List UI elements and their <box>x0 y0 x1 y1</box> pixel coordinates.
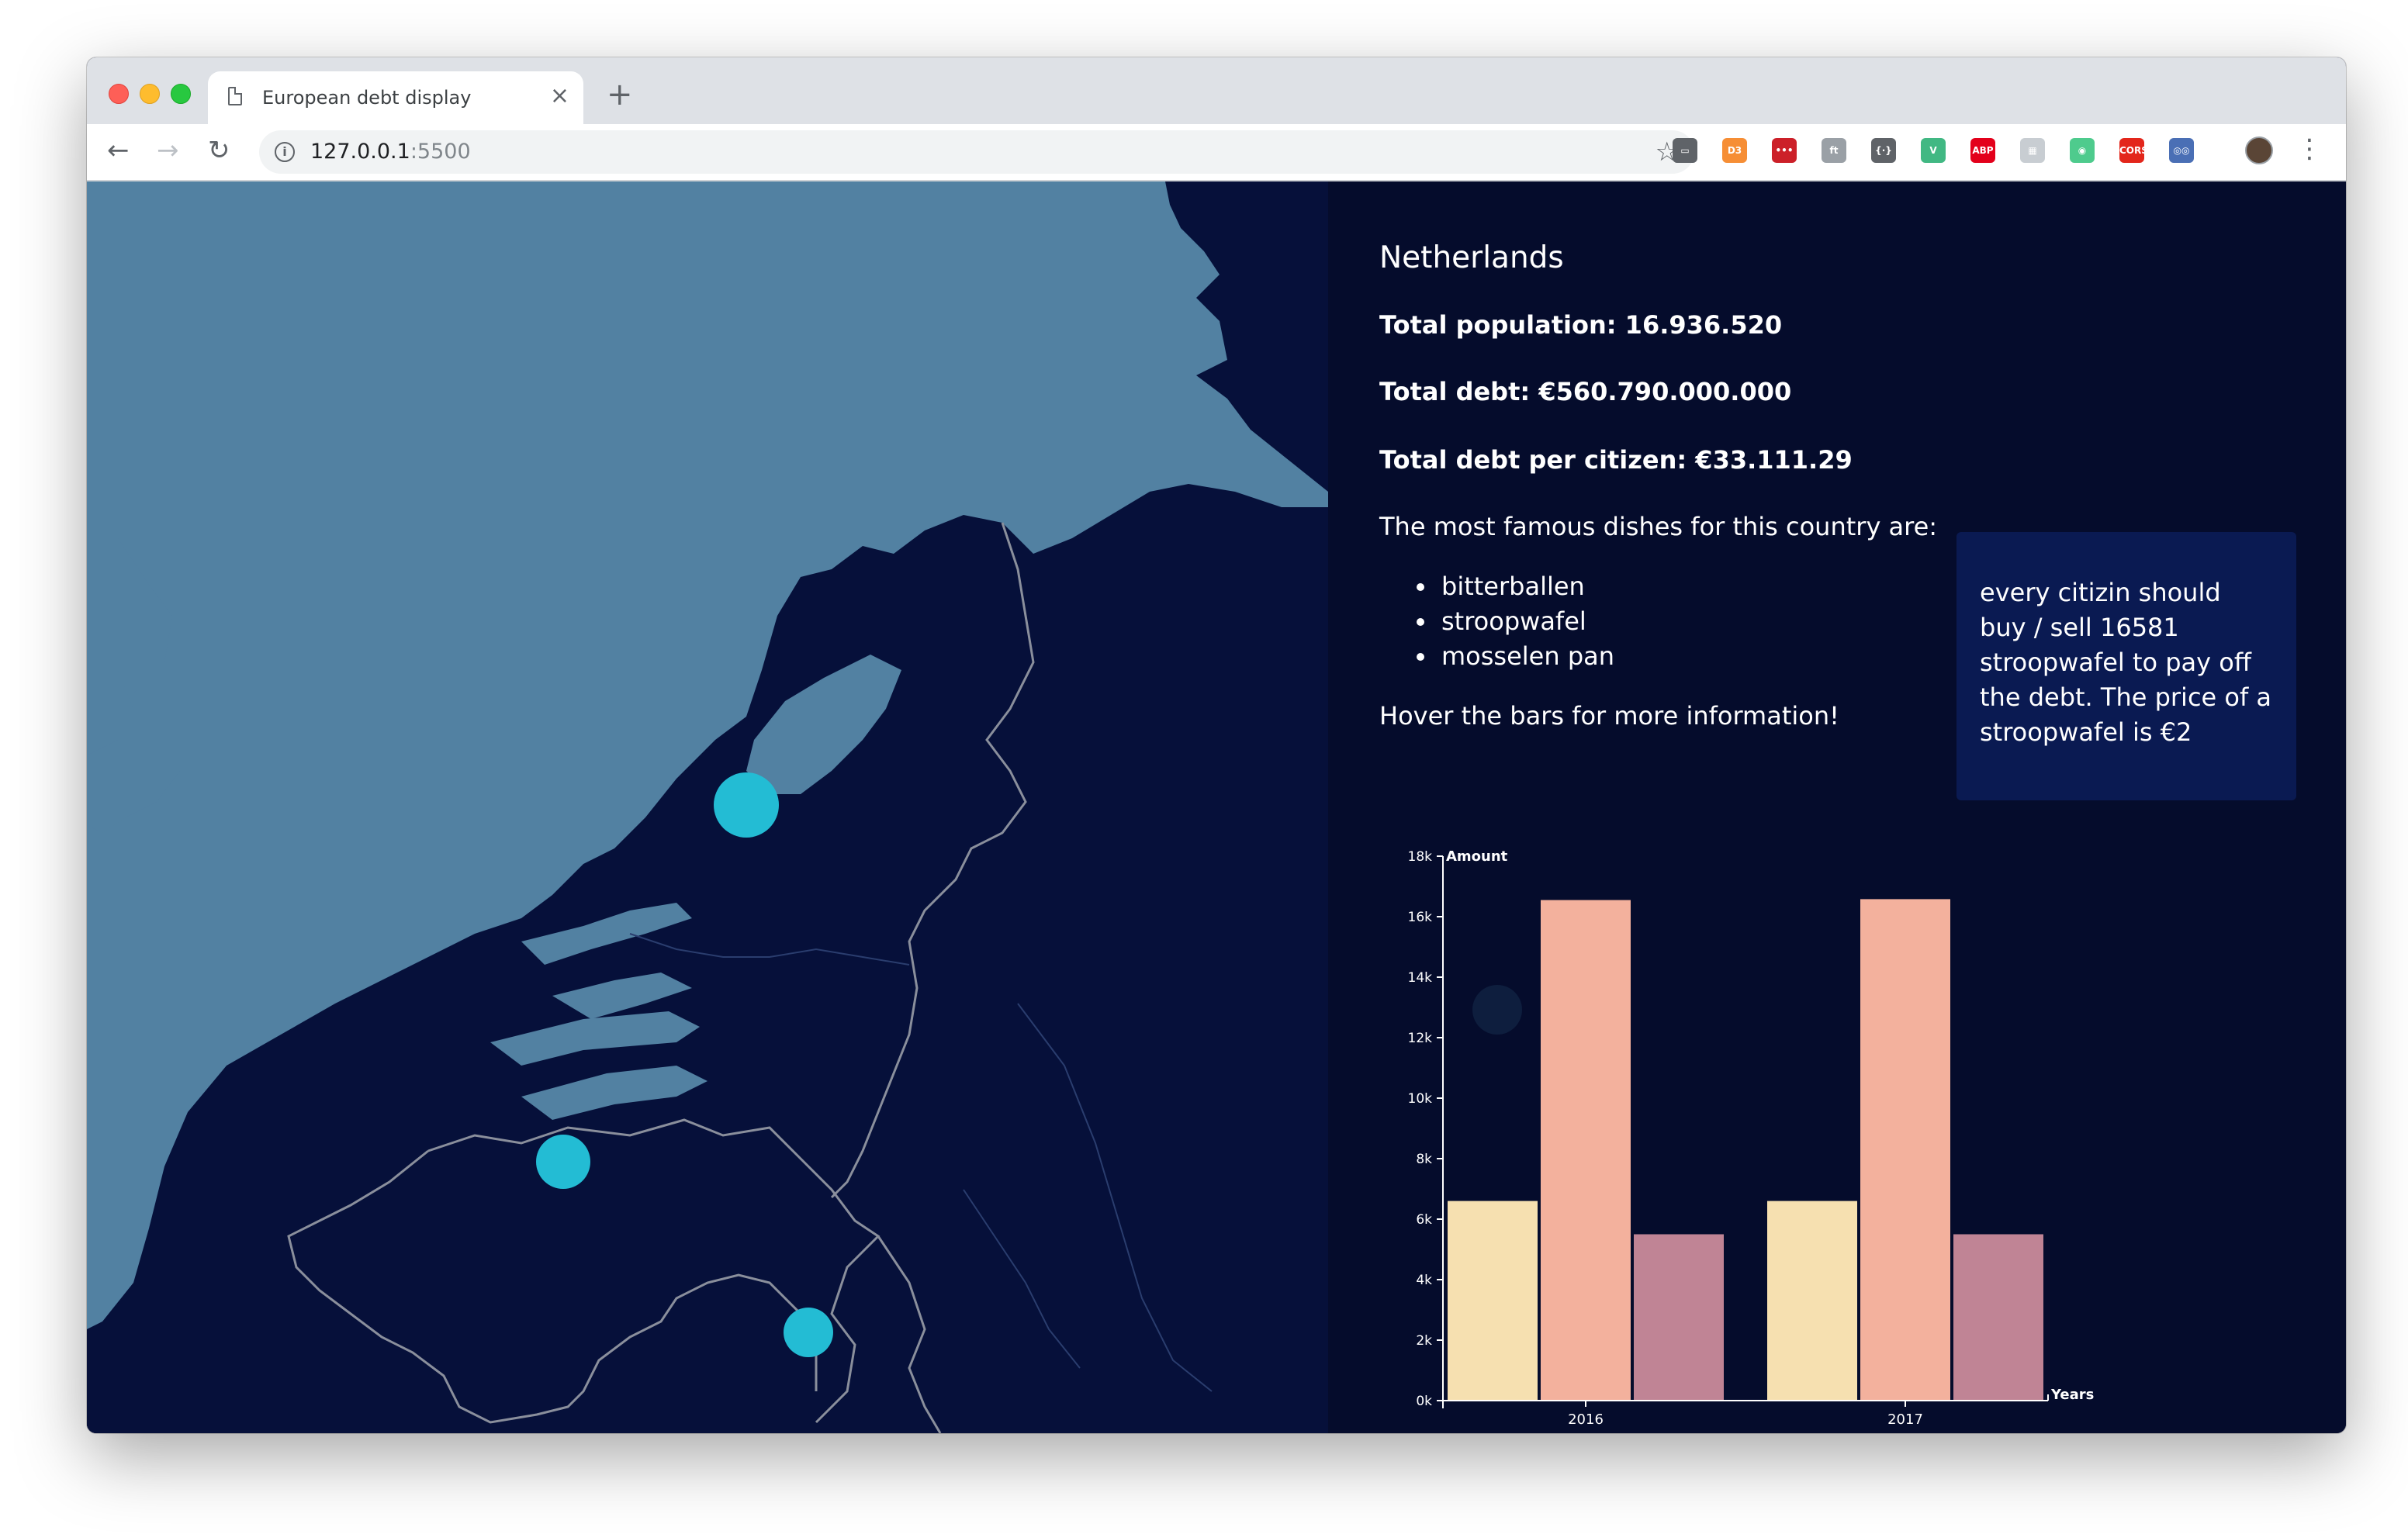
page-icon <box>228 87 242 105</box>
tab-bar: European debt display × + <box>87 57 2346 124</box>
y-tick-label: 16k <box>1408 910 1433 925</box>
browser-toolbar: ← → ↻ i 127.0.0.1:5500 ☆ ▭ D3 ••• ft {·} V ABP… <box>87 124 2346 181</box>
y-axis-label: Amount <box>1446 848 1508 865</box>
debt-bar-chart: 2016 2017 0k 2k 4k 6k 8k 10k 12k 14k 16k 18k Amount Y… <box>1408 848 2095 1428</box>
x-axis-label: Years <box>2050 1387 2094 1403</box>
browser-tab[interactable]: European debt display × <box>208 71 583 124</box>
marker-netherlands[interactable] <box>714 772 779 838</box>
minimize-window-button[interactable] <box>140 84 160 104</box>
page-content: Netherlands Total population: 16.936.520… <box>87 181 2346 1433</box>
grid-extension-icon[interactable]: ▦ <box>2020 138 2045 163</box>
benelux-map[interactable] <box>87 181 1328 1433</box>
cors-extension-icon[interactable]: CORS <box>2119 138 2148 163</box>
reload-button[interactable]: ↻ <box>208 135 230 166</box>
y-tick-label: 8k <box>1416 1152 1432 1167</box>
adblock-plus-icon[interactable]: ABP <box>1970 138 1995 163</box>
new-tab-button[interactable]: + <box>607 79 633 110</box>
x-tick-label: 2016 <box>1568 1411 1604 1428</box>
address-bar[interactable]: i 127.0.0.1:5500 ☆ <box>259 130 1694 174</box>
bar-2016-2[interactable] <box>1541 900 1631 1401</box>
forward-button[interactable]: → <box>157 135 179 166</box>
bar-2016-1[interactable] <box>1448 1201 1538 1401</box>
code-extension-icon[interactable]: {·} <box>1871 138 1896 163</box>
bar-2017-3[interactable] <box>1953 1234 2043 1401</box>
y-tick-label: 0k <box>1416 1394 1432 1409</box>
site-info-icon[interactable]: i <box>275 142 295 162</box>
y-tick-label: 18k <box>1408 849 1433 865</box>
cast-icon[interactable]: ▭ <box>1673 138 1697 163</box>
map-panel[interactable] <box>87 181 1328 1433</box>
browser-menu-icon[interactable]: ⋮ <box>2296 133 2323 164</box>
hover-dot <box>1472 985 1522 1035</box>
info-panel: Netherlands Total population: 16.936.520… <box>1328 181 2346 1433</box>
back-button[interactable]: ← <box>107 135 130 166</box>
zoom-window-button[interactable] <box>171 84 191 104</box>
d3-extension-icon[interactable]: D3 <box>1722 138 1747 163</box>
y-tick-label: 6k <box>1416 1212 1432 1228</box>
url-text[interactable]: 127.0.0.1:5500 <box>310 140 471 164</box>
chart-plot: 2016 2017 0k 2k 4k 6k 8k 10k 12k 14k 16k 18k Amount Y… <box>1408 848 2095 1428</box>
mascot-extension-icon[interactable]: ◎◎ <box>2169 138 2194 163</box>
tab-title: European debt display <box>262 87 472 109</box>
x-tick-label: 2017 <box>1887 1411 1923 1428</box>
close-tab-icon[interactable]: × <box>550 82 569 110</box>
marker-luxembourg[interactable] <box>784 1308 833 1357</box>
y-tick-label: 2k <box>1416 1333 1432 1349</box>
bar-2017-1[interactable] <box>1767 1201 1857 1401</box>
color-picker-icon[interactable]: ◉ <box>2070 138 2095 163</box>
url-host: 127.0.0.1 <box>310 140 410 164</box>
vue-devtools-icon[interactable]: V <box>1921 138 1946 163</box>
browser-window: European debt display × + ← → ↻ i 127.0.… <box>87 57 2346 1433</box>
lastpass-extension-icon[interactable]: ••• <box>1772 138 1797 163</box>
marker-belgium[interactable] <box>536 1135 590 1189</box>
y-tick-label: 14k <box>1408 970 1433 986</box>
bar-2016-3[interactable] <box>1634 1234 1724 1401</box>
y-tick-label: 10k <box>1408 1091 1433 1107</box>
y-tick-label: 12k <box>1408 1031 1433 1046</box>
url-port: :5500 <box>410 140 471 164</box>
close-window-button[interactable] <box>109 84 129 104</box>
profile-avatar[interactable] <box>2245 136 2273 164</box>
bar-2017-2[interactable] <box>1860 899 1950 1401</box>
y-tick-label: 4k <box>1416 1273 1432 1288</box>
font-extension-icon[interactable]: ft <box>1822 138 1846 163</box>
